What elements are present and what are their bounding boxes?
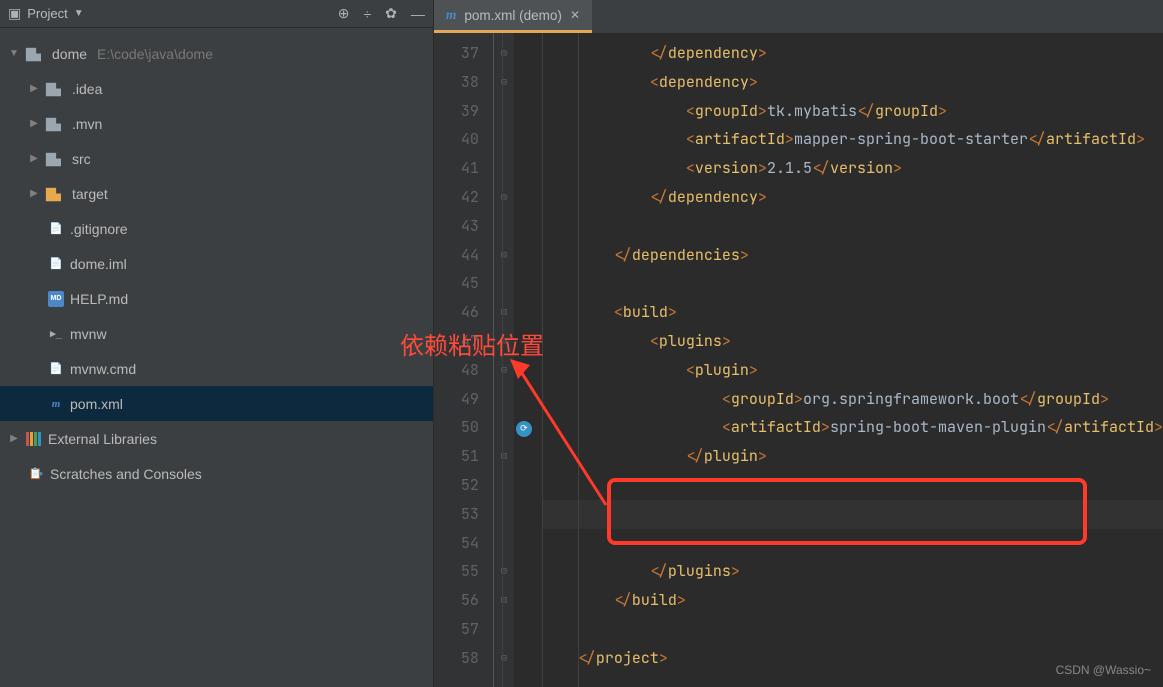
tree-label: pom.xml — [70, 396, 123, 412]
file-icon: 📄 — [48, 221, 64, 237]
tree-root[interactable]: ▼ ▇▖ dome E:\code\java\dome — [0, 36, 433, 71]
chevron-right-icon: ▶ — [28, 83, 40, 94]
folder-icon: ▇▖ — [46, 81, 66, 97]
tree-label: .mvn — [72, 116, 102, 132]
tree-file[interactable]: 📄 .gitignore — [0, 211, 433, 246]
sidebar-header: ▣ Project ▼ ⊕ ÷ ✿ — — [0, 0, 433, 28]
folder-icon: ▇▖ — [46, 116, 66, 132]
code-content[interactable]: </dependency> <dependency> <groupId>tk.m… — [534, 33, 1163, 687]
sidebar-title[interactable]: Project — [27, 6, 67, 21]
minimize-icon[interactable]: — — [411, 6, 425, 22]
sh-icon: ▸_ — [48, 326, 64, 342]
gear-icon[interactable]: ✿ — [385, 5, 397, 22]
divide-icon[interactable]: ÷ — [363, 6, 371, 22]
maven-icon: m — [48, 396, 64, 412]
tree-file[interactable]: 📄 dome.iml — [0, 246, 433, 281]
tree-label: dome.iml — [70, 256, 127, 272]
libraries-icon — [26, 432, 42, 446]
tree-label: .gitignore — [70, 221, 128, 237]
chevron-down-icon: ▼ — [8, 48, 20, 59]
folder-icon: ▇▖ — [46, 186, 66, 202]
watermark: CSDN @Wassio~ — [1056, 663, 1151, 677]
tree-label: External Libraries — [48, 431, 157, 447]
tab-pom[interactable]: m pom.xml (demo) ✕ — [434, 0, 592, 33]
fold-column[interactable]: ⊟⊟⊟⊟⊟⊟⊟⊟⊟⊟⊟ — [494, 33, 514, 687]
tree-folder[interactable]: ▶ ▇▖ target — [0, 176, 433, 211]
tree-file[interactable]: 📄 mvnw.cmd — [0, 351, 433, 386]
folder-icon: ▇▖ — [46, 151, 66, 167]
tree-label: target — [72, 186, 108, 202]
close-icon[interactable]: ✕ — [570, 8, 580, 22]
tree-folder[interactable]: ▶ ▇▖ src — [0, 141, 433, 176]
folder-icon: ▇▖ — [26, 46, 46, 62]
tree-label: HELP.md — [70, 291, 128, 307]
tree-folder[interactable]: ▶ ▇▖ .mvn — [0, 106, 433, 141]
tree-label: .idea — [72, 81, 102, 97]
md-icon: MD — [48, 291, 64, 307]
chevron-right-icon: ▶ — [28, 118, 40, 129]
tree-file[interactable]: MD HELP.md — [0, 281, 433, 316]
tree-label: src — [72, 151, 91, 167]
file-icon: 📄 — [48, 256, 64, 272]
tree-label: mvnw — [70, 326, 107, 342]
target-icon[interactable]: ⊕ — [338, 5, 350, 22]
tab-label: pom.xml (demo) — [464, 8, 562, 23]
code-editor[interactable]: 3738394041424344454647484950515253545556… — [434, 33, 1163, 687]
tree-folder[interactable]: ▶ ▇▖ .idea — [0, 71, 433, 106]
tree-label: dome — [52, 46, 87, 62]
tree-scratches[interactable]: 📋● Scratches and Consoles — [0, 456, 433, 491]
scratches-icon: 📋● — [28, 466, 44, 482]
chevron-right-icon: ▶ — [28, 188, 40, 199]
maven-icon: m — [446, 7, 457, 23]
tree-external-libraries[interactable]: ▶ External Libraries — [0, 421, 433, 456]
file-icon: 📄 — [48, 361, 64, 377]
project-sidebar: ▣ Project ▼ ⊕ ÷ ✿ — ▼ ▇▖ dome E:\code\ja… — [0, 0, 434, 687]
tree-label: Scratches and Consoles — [50, 466, 202, 482]
project-icon: ▣ — [8, 5, 21, 22]
editor-tabs: m pom.xml (demo) ✕ — [434, 0, 1163, 33]
project-tree: ▼ ▇▖ dome E:\code\java\dome ▶ ▇▖ .idea ▶ ▇▖… — [0, 28, 433, 499]
chevron-down-icon[interactable]: ▼ — [74, 8, 84, 19]
editor-area: m pom.xml (demo) ✕ 373839404142434445464… — [434, 0, 1163, 687]
tree-file[interactable]: ▸_ mvnw — [0, 316, 433, 351]
tree-file-pom[interactable]: m pom.xml — [0, 386, 433, 421]
indicator-column[interactable]: ⟳ — [514, 33, 534, 687]
chevron-right-icon: ▶ — [28, 153, 40, 164]
tree-label: mvnw.cmd — [70, 361, 136, 377]
chevron-right-icon: ▶ — [8, 433, 20, 444]
tree-path: E:\code\java\dome — [97, 46, 213, 62]
line-gutter: 3738394041424344454647484950515253545556… — [434, 33, 494, 687]
